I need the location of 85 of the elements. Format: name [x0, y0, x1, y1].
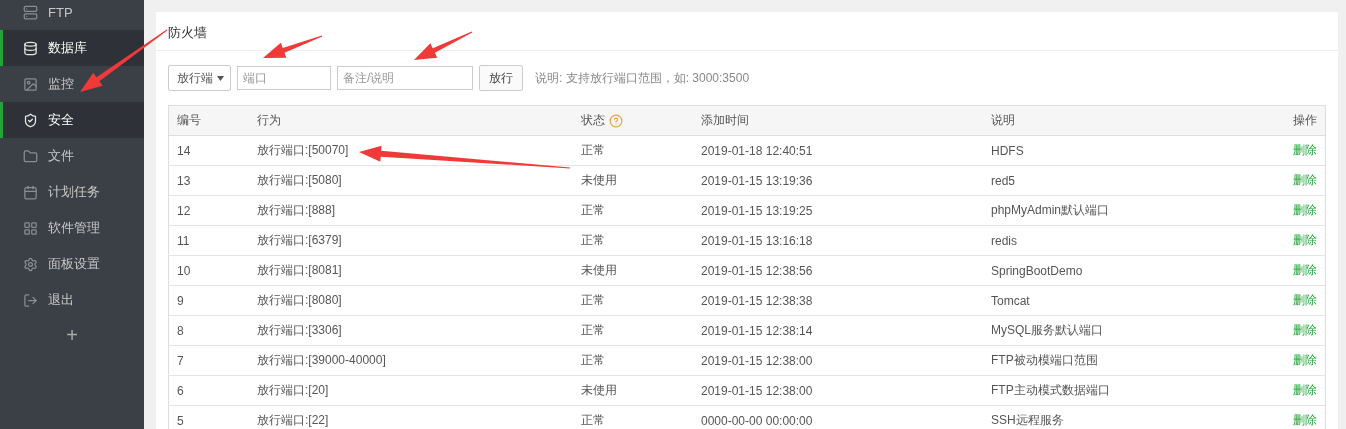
- table-cell: 正常: [573, 135, 693, 166]
- table-cell: MySQL服务默认端口: [983, 315, 1241, 346]
- table-cell: 11: [168, 225, 249, 256]
- hint-text: 说明: 支持放行端口范围，如: 3000:3500: [535, 69, 750, 87]
- table-cell: 放行端口:[39000-40000]: [249, 345, 573, 376]
- table-cell: 正常: [573, 225, 693, 256]
- column-header: 状态: [573, 105, 693, 136]
- table-cell: 2019-01-15 12:38:00: [693, 375, 983, 406]
- table-cell: redis: [983, 225, 1241, 256]
- folder-icon: [23, 148, 38, 164]
- settings-icon: [23, 256, 38, 272]
- table-cell: 正常: [573, 195, 693, 226]
- table-cell: 放行端口:[8081]: [249, 255, 573, 286]
- table-cell: 2019-01-15 13:19:36: [693, 165, 983, 196]
- table-cell: 放行端口:[6379]: [249, 225, 573, 256]
- table-cell: 6: [168, 375, 249, 406]
- delete-link[interactable]: 删除: [1293, 263, 1317, 277]
- table-cell: 放行端口:[888]: [249, 195, 573, 226]
- table-cell: 正常: [573, 315, 693, 346]
- delete-link[interactable]: 删除: [1293, 143, 1317, 157]
- sidebar-item[interactable]: 安全: [0, 102, 144, 138]
- table-cell: 9: [168, 285, 249, 316]
- table-cell: SpringBootDemo: [983, 255, 1241, 286]
- table-cell: 7: [168, 345, 249, 376]
- column-header: 编号: [168, 105, 249, 136]
- table-cell: 正常: [573, 345, 693, 376]
- table-cell: 2019-01-18 12:40:51: [693, 135, 983, 166]
- table-cell: 13: [168, 165, 249, 196]
- table-cell: 放行端口:[8080]: [249, 285, 573, 316]
- table-cell: 放行端口:[20]: [249, 375, 573, 406]
- delete-link[interactable]: 删除: [1293, 173, 1317, 187]
- table-cell: 0000-00-00 00:00:00: [693, 405, 983, 429]
- table-cell: phpMyAdmin默认端口: [983, 195, 1241, 226]
- grid-icon: [23, 220, 38, 236]
- table-cell: red5: [983, 165, 1241, 196]
- table-cell: 2019-01-15 13:16:18: [693, 225, 983, 256]
- table-cell: 放行端口:[3306]: [249, 315, 573, 346]
- delete-link[interactable]: 删除: [1293, 233, 1317, 247]
- table-cell: 未使用: [573, 375, 693, 406]
- table-cell: 2019-01-15 13:19:25: [693, 195, 983, 226]
- column-header: 行为: [249, 105, 573, 136]
- logout-icon: [23, 292, 38, 308]
- delete-link[interactable]: 删除: [1293, 353, 1317, 367]
- server-icon: [23, 4, 38, 20]
- rule-type-select[interactable]: 放行端: [168, 65, 231, 91]
- delete-link[interactable]: 删除: [1293, 323, 1317, 337]
- table-cell: 正常: [573, 285, 693, 316]
- column-header: 添加时间: [693, 105, 983, 136]
- table-cell: 2019-01-15 12:38:00: [693, 345, 983, 376]
- table-cell: 放行端口:[22]: [249, 405, 573, 429]
- calendar-icon: [23, 184, 38, 200]
- table-cell: SSH远程服务: [983, 405, 1241, 429]
- annotation-arrow: [414, 31, 473, 60]
- note-field[interactable]: 备注/说明: [337, 66, 473, 90]
- column-header: 操作: [1241, 105, 1326, 136]
- table-cell: 未使用: [573, 255, 693, 286]
- table-cell: 2019-01-15 12:38:14: [693, 315, 983, 346]
- delete-link[interactable]: 删除: [1293, 293, 1317, 307]
- table-cell: 12: [168, 195, 249, 226]
- table-cell: Tomcat: [983, 285, 1241, 316]
- help-icon[interactable]: [609, 113, 623, 128]
- sidebar-item[interactable]: 数据库: [0, 30, 144, 66]
- shield-icon: [23, 112, 38, 128]
- table-cell: 正常: [573, 405, 693, 429]
- delete-link[interactable]: 删除: [1293, 383, 1317, 397]
- picture-frame-icon: [23, 76, 38, 92]
- table-cell: FTP被动模端口范围: [983, 345, 1241, 376]
- table-cell: FTP主动模式数据端口: [983, 375, 1241, 406]
- table-cell: 2019-01-15 12:38:56: [693, 255, 983, 286]
- table-cell: 8: [168, 315, 249, 346]
- add-button[interactable]: +: [60, 324, 84, 346]
- port-field[interactable]: 端口: [237, 66, 331, 90]
- table-cell: 5: [168, 405, 249, 429]
- table-cell: 14: [168, 135, 249, 166]
- table-cell: HDFS: [983, 135, 1241, 166]
- annotation-arrow: [263, 35, 323, 58]
- table-cell: 2019-01-15 12:38:38: [693, 285, 983, 316]
- caret-icon: [217, 75, 224, 81]
- allow-button[interactable]: 放行: [479, 65, 523, 91]
- database-icon: [23, 40, 38, 56]
- table-cell: 未使用: [573, 165, 693, 196]
- table-cell: 10: [168, 255, 249, 286]
- delete-link[interactable]: 删除: [1293, 203, 1317, 217]
- column-header: 说明: [983, 105, 1241, 136]
- delete-link[interactable]: 删除: [1293, 413, 1317, 427]
